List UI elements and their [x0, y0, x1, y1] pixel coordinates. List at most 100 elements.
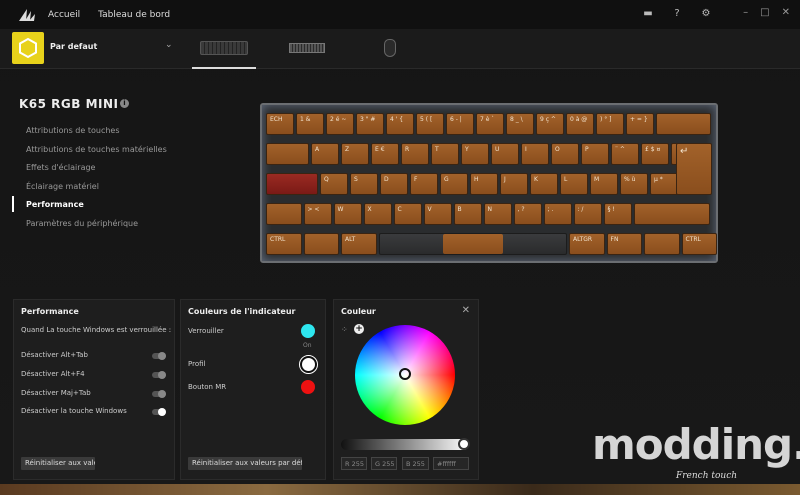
nav-home[interactable]: Accueil	[48, 10, 80, 20]
keycap[interactable]: , ?	[513, 203, 542, 225]
keycap[interactable]: Y	[461, 143, 489, 165]
keycap[interactable]: K	[530, 173, 558, 195]
option-alt-tab-toggle[interactable]	[152, 352, 166, 360]
chevron-down-icon[interactable]: ⌄	[165, 40, 173, 50]
keycap[interactable]: E €	[371, 143, 399, 165]
device-k65-tab[interactable]	[192, 39, 256, 69]
keycap[interactable]: 6 - |	[446, 113, 474, 135]
keycap[interactable]: 3 " #	[356, 113, 384, 135]
nav-dashboard[interactable]: Tableau de bord	[98, 10, 170, 20]
blue-value-field[interactable]: B 255	[402, 457, 429, 470]
keycap[interactable]: ) ° ]	[596, 113, 624, 135]
keycap[interactable]: V	[423, 203, 452, 225]
keycap[interactable]: D	[380, 173, 408, 195]
close-window-icon[interactable]: ✕	[782, 7, 790, 18]
add-color-icon[interactable]: +	[354, 324, 364, 334]
keycap[interactable]: B	[453, 203, 482, 225]
option-alt-f4-toggle[interactable]	[152, 371, 166, 379]
hex-value-field[interactable]: #ffffff	[433, 457, 469, 470]
keycap[interactable]: ECH	[266, 113, 294, 135]
keycap[interactable]: U	[491, 143, 519, 165]
keycap[interactable]: > <	[303, 203, 332, 225]
keycap[interactable]: CTRL	[266, 233, 302, 255]
brightness-slider-handle[interactable]	[458, 438, 470, 450]
keycap[interactable]	[378, 233, 567, 255]
keycap[interactable]: µ *	[650, 173, 678, 195]
indicator-reset-button[interactable]: Réinitialiser aux valeurs par défaut	[188, 457, 302, 470]
close-icon[interactable]: ✕	[462, 305, 470, 316]
keycap[interactable]: ; .	[543, 203, 572, 225]
keycap[interactable]: 4 ' {	[386, 113, 414, 135]
profile-tile[interactable]	[12, 32, 44, 64]
keycap[interactable]: L	[560, 173, 588, 195]
menu-hardware-lighting[interactable]: Éclairage matériel	[26, 181, 167, 200]
device-keyboard2-tab[interactable]	[289, 39, 325, 57]
gear-icon[interactable]: ⚙	[700, 8, 712, 20]
keycap[interactable]: CTRL	[681, 233, 717, 255]
keycap[interactable]: G	[440, 173, 468, 195]
menu-device-settings[interactable]: Paramètres du périphérique	[26, 218, 167, 237]
help-icon[interactable]: ?	[671, 8, 683, 20]
keycap[interactable]: N	[483, 203, 512, 225]
keycap[interactable]: M	[590, 173, 618, 195]
keycap[interactable]: 1 &	[296, 113, 324, 135]
keycap[interactable]	[303, 233, 339, 255]
menu-performance[interactable]: Performance	[26, 199, 167, 218]
option-shift-tab-toggle[interactable]	[152, 390, 166, 398]
keycap[interactable]: 0 à @	[566, 113, 594, 135]
keycap[interactable]: 5 ( [	[416, 113, 444, 135]
keycap[interactable]	[266, 203, 302, 225]
keycap[interactable]: % ù	[620, 173, 648, 195]
keycap[interactable]: ALTGR	[569, 233, 605, 255]
minimize-icon[interactable]: –	[743, 7, 748, 18]
red-value-field[interactable]: R 255	[341, 457, 367, 470]
keycap[interactable]: X	[363, 203, 392, 225]
green-value-field[interactable]: G 255	[371, 457, 397, 470]
keycap[interactable]: 2 é ~	[326, 113, 354, 135]
keycap[interactable]: ¨ ^	[611, 143, 639, 165]
keycap[interactable]: § !	[603, 203, 632, 225]
keycap[interactable]: F	[410, 173, 438, 195]
enter-key[interactable]: ↵	[676, 143, 712, 195]
keycap[interactable]: I	[521, 143, 549, 165]
indicator-lock-swatch[interactable]	[301, 324, 315, 338]
keycap[interactable]: £ $ ¤	[641, 143, 669, 165]
keycap[interactable]: 8 _ \	[506, 113, 534, 135]
keycap[interactable]: Q	[320, 173, 348, 195]
indicator-profile-swatch[interactable]	[299, 355, 318, 374]
keycap[interactable]: R	[401, 143, 429, 165]
notifications-icon[interactable]: ▬	[642, 8, 654, 20]
performance-reset-button[interactable]: Réinitialiser aux vale...	[21, 457, 95, 470]
keycap[interactable]: W	[333, 203, 362, 225]
keycap[interactable]: 7 è `	[476, 113, 504, 135]
maximize-icon[interactable]: □	[760, 7, 769, 18]
keycap[interactable]: Z	[341, 143, 369, 165]
color-wheel-handle[interactable]	[399, 368, 411, 380]
keycap[interactable]	[656, 113, 711, 135]
keycap[interactable]: J	[500, 173, 528, 195]
brightness-slider[interactable]	[341, 439, 469, 450]
indicator-mr-swatch[interactable]	[301, 380, 315, 394]
keycap[interactable]: C	[393, 203, 422, 225]
keycap[interactable]	[633, 203, 710, 225]
keycap[interactable]	[266, 173, 318, 195]
keycap[interactable]: T	[431, 143, 459, 165]
menu-hardware-key-assignments[interactable]: Attributions de touches matérielles	[26, 144, 167, 163]
keycap[interactable]: O	[551, 143, 579, 165]
option-windows-key-toggle[interactable]	[152, 408, 166, 416]
keycap[interactable]: 9 ç ^	[536, 113, 564, 135]
keycap[interactable]: + = }	[626, 113, 654, 135]
keycap[interactable]: P	[581, 143, 609, 165]
menu-key-assignments[interactable]: Attributions de touches	[26, 125, 167, 144]
keycap[interactable]: FN	[606, 233, 642, 255]
menu-lighting-effects[interactable]: Effets d'éclairage	[26, 162, 167, 181]
swatches-icon[interactable]: ⁘	[341, 325, 348, 334]
keycap[interactable]	[644, 233, 680, 255]
keycap[interactable]: S	[350, 173, 378, 195]
keycap[interactable]: A	[311, 143, 339, 165]
keycap[interactable]: ALT	[341, 233, 377, 255]
device-mouse-tab[interactable]	[384, 39, 396, 57]
keycap[interactable]: H	[470, 173, 498, 195]
keycap[interactable]: : /	[573, 203, 602, 225]
info-icon[interactable]: i	[120, 99, 129, 108]
